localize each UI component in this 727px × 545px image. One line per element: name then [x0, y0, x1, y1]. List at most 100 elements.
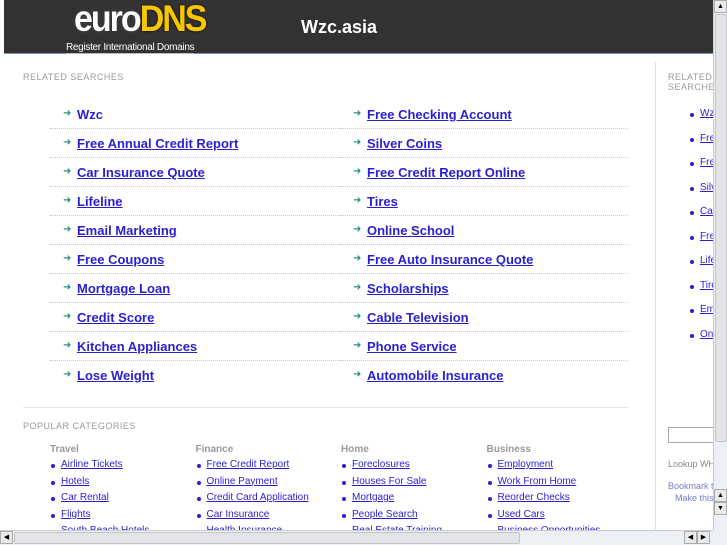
category-item: Hotels [50, 476, 195, 493]
eurodns-logo[interactable]: euroDNS Register International Domains [66, 0, 207, 54]
category-heading: Travel [50, 444, 79, 455]
arrow-icon: ➜ [63, 224, 72, 235]
category-column: Finance Free Credit Report Online Payment C… [196, 444, 341, 530]
sidebar-link[interactable]: Online School [700, 329, 713, 340]
related-search-link[interactable]: Online School [367, 223, 454, 238]
sidebar-link[interactable]: Silver Coins [700, 182, 713, 193]
related-search-row: ➜ Free Coupons [50, 245, 340, 274]
sidebar-link[interactable]: Email Marketing [700, 304, 713, 315]
arrow-icon: ➜ [63, 137, 72, 148]
category-link[interactable]: Flights [61, 509, 90, 520]
related-search-link[interactable]: Scholarships [367, 281, 449, 296]
related-search-row: ➜ Credit Score [50, 303, 340, 332]
category-item: Airline Tickets [50, 459, 195, 476]
related-search-link[interactable]: Free Auto Insurance Quote [367, 252, 533, 267]
category-heading: Home [341, 444, 369, 455]
related-search-link[interactable]: Email Marketing [77, 223, 177, 238]
horizontal-scroll-thumb[interactable] [14, 532, 520, 544]
category-link[interactable]: Credit Card Application [207, 492, 309, 503]
arrow-icon: ➜ [353, 253, 362, 264]
category-link[interactable]: Online Payment [207, 476, 278, 487]
related-search-link[interactable]: Wzc [77, 107, 103, 122]
sidebar-link[interactable]: Car Insurance Quote [700, 206, 713, 217]
related-search-link[interactable]: Phone Service [367, 339, 457, 354]
logo-tagline[interactable]: Register International Domains [66, 42, 195, 54]
related-search-row: ➜ Wzc [50, 100, 340, 129]
category-item: People Search [341, 509, 486, 526]
whois-search-input[interactable] [668, 427, 713, 443]
related-search-link[interactable]: Mortgage Loan [77, 281, 170, 296]
category-link[interactable]: Work From Home [498, 476, 577, 487]
scroll-up-icon[interactable]: ▲ [714, 0, 727, 13]
category-link[interactable]: Employment [498, 459, 554, 470]
category-link[interactable]: Free Credit Report [207, 459, 290, 470]
sidebar-link[interactable]: Lifeline [700, 255, 713, 266]
related-search-link[interactable]: Car Insurance Quote [77, 165, 205, 180]
scroll-left-icon[interactable]: ◀ [684, 531, 697, 544]
sidebar-link[interactable]: Free Annual Credit Report [700, 157, 713, 168]
related-search-link[interactable]: Silver Coins [367, 136, 442, 151]
related-search-link[interactable]: Kitchen Appliances [77, 339, 197, 354]
category-item: Free Credit Report [196, 459, 341, 476]
arrow-icon: ➜ [63, 340, 72, 351]
category-item: Credit Card Application [196, 492, 341, 509]
vertical-scrollbar[interactable]: ▲ ▲ ▼ [713, 0, 727, 530]
category-item: Reorder Checks [487, 492, 632, 509]
arrow-icon: ➜ [353, 369, 362, 380]
related-search-link[interactable]: Cable Television [367, 310, 469, 325]
arrow-icon: ➜ [63, 166, 72, 177]
category-link[interactable]: Car Rental [61, 492, 109, 503]
site-title: Wzc.asia [301, 17, 378, 37]
sidebar-item: Car Insurance Quote [689, 206, 713, 231]
arrow-icon: ➜ [353, 311, 362, 322]
category-link[interactable]: Foreclosures [352, 459, 410, 470]
related-search-link[interactable]: Automobile Insurance [367, 368, 504, 383]
category-item: Work From Home [487, 476, 632, 493]
category-link[interactable]: Reorder Checks [498, 492, 570, 503]
horizontal-scrollbar[interactable]: ◀ ◀ ▶ [0, 530, 713, 545]
related-search-link[interactable]: Lifeline [77, 194, 123, 209]
arrow-icon: ➜ [353, 108, 362, 119]
category-link[interactable]: Used Cars [498, 509, 545, 520]
sidebar-link[interactable]: Free Checking Account [700, 133, 713, 144]
sidebar-link[interactable]: Tires [700, 280, 713, 291]
bookmark-link[interactable]: Bookmark this page [668, 481, 713, 491]
related-search-link[interactable]: Free Checking Account [367, 107, 512, 122]
related-search-link[interactable]: Credit Score [77, 310, 154, 325]
related-search-row: ➜ Silver Coins [340, 129, 628, 158]
related-search-link[interactable]: Free Coupons [77, 252, 164, 267]
related-search-row: ➜ Mortgage Loan [50, 274, 340, 303]
sidebar-item: Email Marketing [689, 304, 713, 329]
category-item: Flights [50, 509, 195, 526]
related-search-row: ➜ Lifeline [50, 187, 340, 216]
related-search-link[interactable]: Free Credit Report Online [367, 165, 525, 180]
category-link[interactable]: Airline Tickets [61, 459, 123, 470]
sidebar-item: Online School [689, 329, 713, 354]
category-link[interactable]: Car Insurance [207, 509, 270, 520]
sidebar-link[interactable]: Wzc [700, 108, 713, 119]
related-search-link[interactable]: Lose Weight [77, 368, 154, 383]
scroll-right-icon[interactable]: ▶ [697, 531, 710, 544]
sidebar-link[interactable]: Free Credit Report Online [700, 231, 713, 242]
sidebar-item: Lifeline [689, 255, 713, 280]
category-item: Car Rental [50, 492, 195, 509]
scroll-left-icon[interactable]: ◀ [0, 531, 13, 544]
sidebar-item: Free Checking Account [689, 133, 713, 158]
related-search-link[interactable]: Tires [367, 194, 398, 209]
scrollbar-corner [713, 530, 727, 545]
related-search-row: ➜ Car Insurance Quote [50, 158, 340, 187]
related-search-row: ➜ Online School [340, 216, 628, 245]
vertical-scroll-thumb[interactable] [715, 14, 727, 442]
related-searches-title: RELATED SEARCHES [23, 72, 124, 82]
lookup-label: Lookup WHOIS [668, 459, 713, 469]
scroll-down-icon[interactable]: ▼ [714, 502, 727, 515]
category-link[interactable]: Houses For Sale [352, 476, 426, 487]
scroll-up-icon[interactable]: ▲ [714, 489, 727, 502]
make-homepage-link[interactable]: Make this your homepage [675, 493, 713, 503]
category-item: Foreclosures [341, 459, 486, 476]
category-link[interactable]: People Search [352, 509, 418, 520]
category-column: Home Foreclosures Houses For Sale Mortgage P… [341, 444, 486, 530]
category-link[interactable]: Hotels [61, 476, 89, 487]
related-search-link[interactable]: Free Annual Credit Report [77, 136, 238, 151]
category-link[interactable]: Mortgage [352, 492, 394, 503]
